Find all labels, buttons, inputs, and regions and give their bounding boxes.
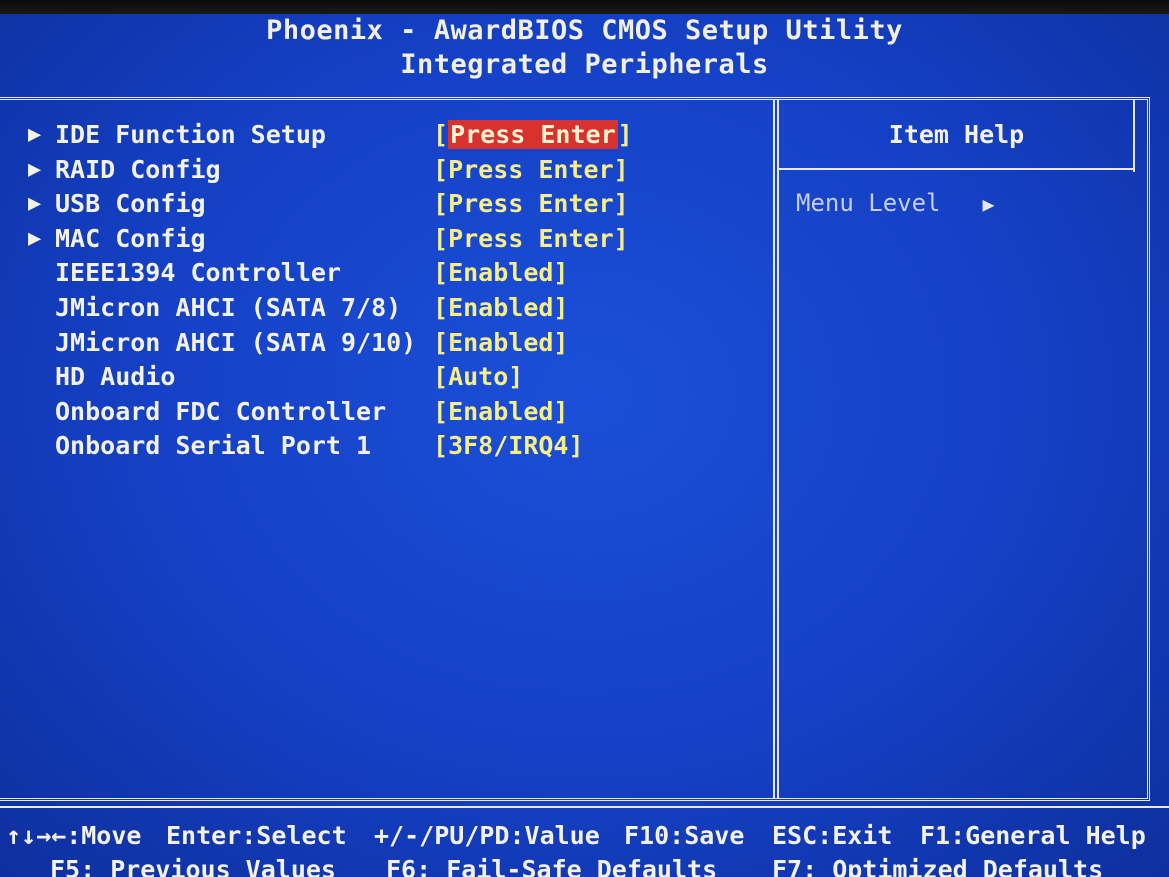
menu-item-value-text: Press Enter bbox=[448, 120, 618, 149]
panel-divider bbox=[773, 100, 779, 798]
menu-item-value-text: Enabled bbox=[448, 258, 554, 288]
menu-item[interactable]: Onboard Serial Port 1 [3F8/IRQ4] bbox=[28, 429, 768, 464]
help-title-divider bbox=[779, 168, 1133, 172]
menu-item-value-text: Enabled bbox=[448, 396, 554, 426]
menu-item[interactable]: IEEE1394 Controller [Enabled] bbox=[28, 256, 768, 291]
menu-item-label: JMicron AHCI (SATA 9/10) bbox=[55, 327, 417, 357]
submenu-arrow-icon: ▶ bbox=[28, 122, 42, 147]
menu-item[interactable]: JMicron AHCI (SATA 7/8) [Enabled] bbox=[28, 291, 768, 326]
menu-item-value[interactable]: [Press Enter] bbox=[433, 187, 629, 221]
key-value: +/-/PU/PD:Value bbox=[374, 821, 600, 850]
menu-item-value[interactable]: [Enabled] bbox=[433, 256, 568, 290]
header: Phoenix - AwardBIOS CMOS Setup Utility I… bbox=[0, 14, 1169, 82]
menu-item-label: JMicron AHCI (SATA 7/8) bbox=[55, 292, 402, 322]
menu-item-value-text: Enabled bbox=[448, 327, 554, 357]
menu-item-value-text: Press Enter bbox=[448, 223, 614, 253]
submenu-arrow-icon: ▶ bbox=[28, 225, 42, 251]
footer-divider bbox=[0, 806, 1169, 814]
menu-item-value[interactable]: [Auto] bbox=[433, 360, 523, 394]
menu-item[interactable]: Onboard FDC Controller [Enabled] bbox=[28, 395, 768, 430]
menu-item-value[interactable]: [Press Enter] bbox=[433, 222, 629, 256]
menu-level-label: Menu Level bbox=[796, 189, 941, 217]
settings-list: ▶ IDE Function Setup [Press Enter] ▶ RAID Co… bbox=[28, 118, 768, 464]
menu-item[interactable]: ▶ MAC Config [Press Enter] bbox=[28, 222, 768, 257]
key-save: F10:Save bbox=[624, 821, 745, 850]
monitor-bezel bbox=[0, 0, 1169, 14]
triangle-right-icon: ▶ bbox=[982, 192, 995, 216]
menu-item-value-text: 3F8/IRQ4 bbox=[448, 431, 569, 461]
menu-item-value[interactable]: [Enabled] bbox=[433, 395, 568, 429]
key-general-help: F1:General Help bbox=[920, 821, 1146, 850]
menu-item-value[interactable]: [Enabled] bbox=[433, 326, 568, 360]
key-select: Enter:Select bbox=[166, 821, 347, 850]
menu-item-value[interactable]: [Enabled] bbox=[433, 291, 568, 325]
menu-item-value-text: Press Enter bbox=[448, 154, 614, 184]
key-exit: ESC:Exit bbox=[772, 821, 893, 850]
menu-item[interactable]: JMicron AHCI (SATA 9/10) [Enabled] bbox=[28, 326, 768, 361]
key-optimized-defaults: F7: Optimized Defaults bbox=[772, 855, 1104, 877]
menu-item[interactable]: HD Audio [Auto] bbox=[28, 360, 768, 395]
menu-item-value[interactable]: [Press Enter] bbox=[433, 153, 629, 187]
key-fail-safe-defaults: F6: Fail-Safe Defaults bbox=[386, 855, 718, 877]
key-legend: ↑↓→←:Move Enter:Select +/-/PU/PD:Value F… bbox=[0, 818, 1169, 877]
menu-item-label: Onboard Serial Port 1 bbox=[55, 431, 372, 461]
key-move: ↑↓→←:Move bbox=[6, 821, 142, 850]
menu-item[interactable]: ▶ IDE Function Setup [Press Enter] bbox=[28, 118, 768, 153]
key-previous-values: F5: Previous Values bbox=[50, 855, 336, 877]
menu-item-label: USB Config bbox=[55, 189, 206, 219]
item-help-body: Menu Level ▶ bbox=[796, 186, 995, 221]
key-legend-row-2: F5: Previous Values F6: Fail-Safe Defaul… bbox=[0, 852, 1169, 877]
utility-title: Phoenix - AwardBIOS CMOS Setup Utility bbox=[266, 15, 903, 46]
menu-item-label: RAID Config bbox=[55, 154, 221, 184]
menu-item-label: Onboard FDC Controller bbox=[55, 396, 387, 426]
menu-item[interactable]: ▶ RAID Config [Press Enter] bbox=[28, 153, 768, 188]
menu-item-value-text: Auto bbox=[448, 362, 509, 392]
menu-item-value[interactable]: [3F8/IRQ4] bbox=[433, 429, 584, 463]
menu-item[interactable]: ▶ USB Config [Press Enter] bbox=[28, 187, 768, 222]
item-help-title: Item Help bbox=[888, 120, 1025, 149]
menu-item-label: HD Audio bbox=[55, 362, 176, 392]
menu-item-value-text: Enabled bbox=[448, 292, 554, 322]
menu-item-label: IEEE1394 Controller bbox=[55, 258, 341, 288]
menu-item-label: MAC Config bbox=[55, 223, 206, 253]
menu-item-label: IDE Function Setup bbox=[55, 120, 326, 149]
page-title: Integrated Peripherals bbox=[400, 49, 769, 80]
submenu-arrow-icon: ▶ bbox=[28, 191, 42, 217]
help-border bbox=[1133, 100, 1136, 172]
bios-screen: Phoenix - AwardBIOS CMOS Setup Utility I… bbox=[0, 0, 1169, 877]
submenu-arrow-icon: ▶ bbox=[28, 156, 42, 182]
menu-item-value[interactable]: [Press Enter] bbox=[433, 118, 633, 152]
key-legend-row-1: ↑↓→←:Move Enter:Select +/-/PU/PD:Value F… bbox=[0, 818, 1169, 852]
menu-item-value-text: Press Enter bbox=[448, 189, 614, 219]
